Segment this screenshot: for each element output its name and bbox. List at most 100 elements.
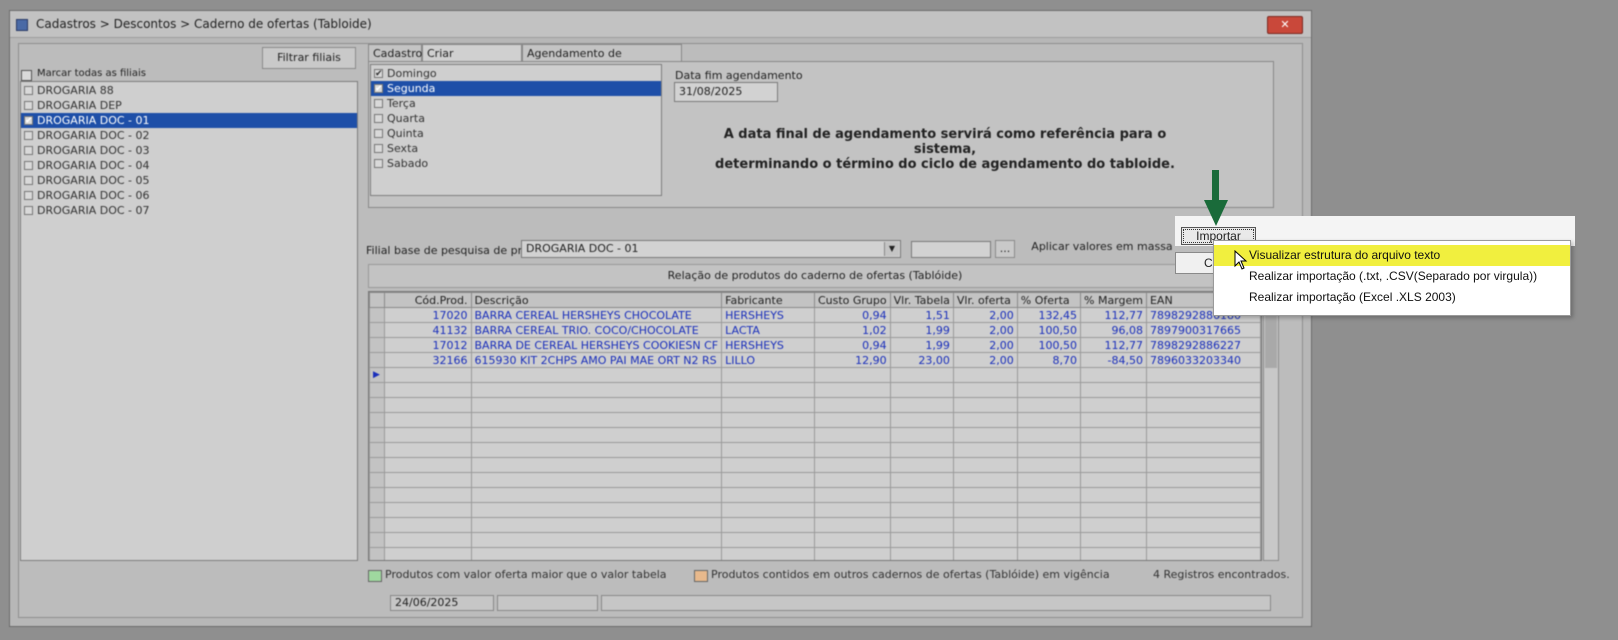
table-row-empty[interactable] <box>369 457 1261 473</box>
branch-checkbox[interactable] <box>24 191 33 200</box>
menu-item-import-txt-csv[interactable]: Realizar importação (.txt, .CSV(Separado… <box>1214 266 1570 287</box>
table-cell <box>813 367 891 383</box>
branch-checkbox[interactable] <box>24 206 33 215</box>
weekday-item[interactable]: Sexta <box>371 141 661 156</box>
branch-checkbox[interactable] <box>24 101 33 110</box>
tab-cadastro[interactable]: Cadastro <box>368 44 422 62</box>
weekday-item[interactable]: Terça <box>371 96 661 111</box>
branch-item[interactable]: DROGARIA 88 <box>21 83 357 98</box>
weekday-list[interactable]: ✔ Domingo ✔ Segunda Terça Quarta Quinta Sexta Sa… <box>370 64 662 196</box>
weekday-checkbox[interactable]: ✔ <box>374 69 383 79</box>
grid-column-header[interactable]: Vlr. Tabela <box>889 292 954 308</box>
table-cell <box>1016 397 1082 413</box>
weekday-item[interactable]: ✔ Domingo <box>371 66 661 81</box>
table-row[interactable]: 17012 BARRA DE CEREAL HERSHEYS COOKIESN C… <box>369 337 1261 353</box>
menu-item-view-text-structure[interactable]: Visualizar estrutura do arquivo texto <box>1214 245 1570 266</box>
table-cell <box>384 412 472 428</box>
branch-item[interactable]: DROGARIA DEP <box>21 98 357 113</box>
branch-item[interactable]: DROGARIA DOC - 04 <box>21 158 357 173</box>
branch-checkbox[interactable] <box>24 131 33 140</box>
status-cell-3 <box>601 595 1271 611</box>
filter-branches-button[interactable]: Filtrar filiais <box>262 47 356 69</box>
table-cell: 1,99 <box>889 322 954 338</box>
grid-column-header[interactable] <box>369 292 386 308</box>
branch-checkbox[interactable] <box>24 161 33 170</box>
tab-criar-agendamento[interactable]: Criar agendamento <box>422 44 522 78</box>
products-grid[interactable]: Cód.Prod. Descrição Fabricante Custo Grupo V… <box>368 291 1262 561</box>
schedule-message-line1: A data final de agendamento servirá como… <box>723 127 1167 157</box>
end-date-field[interactable]: 31/08/2025 <box>674 82 778 102</box>
legend-green-text: Produtos com valor oferta maior que o va… <box>385 568 667 581</box>
table-cell <box>1016 487 1082 503</box>
table-row-empty[interactable] <box>369 517 1261 533</box>
grid-title: Relação de produtos do caderno de oferta… <box>667 269 963 282</box>
weekday-checkbox[interactable]: ✔ <box>374 84 383 94</box>
table-cell <box>889 472 954 488</box>
c-button[interactable]: C <box>1175 252 1215 274</box>
tab-agendamento-processamento[interactable]: Agendamento de processamento <box>522 44 682 78</box>
branch-item[interactable]: DROGARIA DOC - 03 <box>21 143 357 158</box>
table-row[interactable]: 32166 615930 KIT 2CHPS AMO PAI MAE ORT N2… <box>369 352 1261 368</box>
weekday-item[interactable]: Quinta <box>371 126 661 141</box>
base-branch-select[interactable]: DROGARIA DOC - 01 ▼ <box>521 240 901 258</box>
table-row-empty[interactable] <box>369 397 1261 413</box>
title-bar: Cadastros > Descontos > Caderno de ofert… <box>10 11 1311 38</box>
grid-column-header[interactable]: Descrição <box>470 292 723 308</box>
branch-checkbox[interactable]: ✔ <box>24 116 33 126</box>
table-row-empty[interactable] <box>369 547 1261 560</box>
table-row-empty[interactable] <box>369 412 1261 428</box>
mass-value-input[interactable] <box>911 241 991 258</box>
table-row-empty[interactable] <box>369 427 1261 443</box>
grid-column-header[interactable]: % Oferta <box>1016 292 1082 308</box>
branch-checkbox[interactable] <box>24 176 33 185</box>
branch-checkbox[interactable] <box>24 86 33 95</box>
grid-scrollbar[interactable] <box>1263 291 1279 561</box>
table-cell <box>1145 367 1261 383</box>
table-row-empty[interactable] <box>369 532 1261 548</box>
table-cell <box>952 502 1018 518</box>
grid-column-header[interactable]: Fabricante <box>721 292 815 308</box>
select-all-checkbox[interactable] <box>21 70 32 81</box>
table-row-empty[interactable] <box>369 442 1261 458</box>
table-cell <box>384 367 472 383</box>
branch-item[interactable]: DROGARIA DOC - 02 <box>21 128 357 143</box>
weekday-checkbox[interactable] <box>374 114 383 123</box>
weekday-checkbox[interactable] <box>374 129 383 138</box>
table-cell <box>384 517 472 533</box>
weekday-checkbox[interactable] <box>374 159 383 168</box>
table-row-empty[interactable]: ▶ <box>369 367 1261 383</box>
table-cell <box>889 367 954 383</box>
table-cell <box>1145 502 1261 518</box>
weekday-item[interactable]: Quarta <box>371 111 661 126</box>
branch-item[interactable]: DROGARIA DOC - 06 <box>21 188 357 203</box>
grid-column-header[interactable]: Custo Grupo <box>813 292 891 308</box>
grid-column-header[interactable]: Vlr. oferta <box>952 292 1018 308</box>
branch-item[interactable]: DROGARIA DOC - 05 <box>21 173 357 188</box>
table-cell <box>1080 532 1147 548</box>
branch-item[interactable]: DROGARIA DOC - 07 <box>21 203 357 218</box>
branch-item[interactable]: ✔ DROGARIA DOC - 01 <box>21 113 357 128</box>
mass-apply-button[interactable]: Aplicar valores em massa <box>1019 236 1185 260</box>
table-cell <box>1080 397 1147 413</box>
chevron-down-icon[interactable]: ▼ <box>884 242 899 256</box>
close-button[interactable]: ✕ <box>1267 16 1303 34</box>
weekday-checkbox[interactable] <box>374 144 383 153</box>
branch-checkbox[interactable] <box>24 146 33 155</box>
ellipsis-button[interactable]: ... <box>995 240 1015 258</box>
table-cell <box>721 472 815 488</box>
table-row[interactable]: 17020 BARRA CEREAL HERSHEYS CHOCOLATE HERS… <box>369 307 1261 323</box>
table-cell <box>1080 457 1147 473</box>
menu-item-import-xls[interactable]: Realizar importação (Excel .XLS 2003) <box>1214 287 1570 308</box>
table-row-empty[interactable] <box>369 382 1261 398</box>
weekday-checkbox[interactable] <box>374 99 383 108</box>
table-row-empty[interactable] <box>369 487 1261 503</box>
table-row-empty[interactable] <box>369 472 1261 488</box>
weekday-item[interactable]: Sabado <box>371 156 661 171</box>
grid-column-header[interactable]: Cód.Prod. <box>384 292 472 308</box>
table-row-empty[interactable] <box>369 502 1261 518</box>
scrollbar-thumb[interactable] <box>1265 308 1277 368</box>
grid-column-header[interactable]: % Margem <box>1080 292 1147 308</box>
weekday-item[interactable]: ✔ Segunda <box>371 81 661 96</box>
table-row[interactable]: 41132 BARRA CEREAL TRIO. COCO/CHOCOLATE LA… <box>369 322 1261 338</box>
branch-list[interactable]: DROGARIA 88 DROGARIA DEP ✔ DROGARIA DOC - 0… <box>20 81 358 561</box>
